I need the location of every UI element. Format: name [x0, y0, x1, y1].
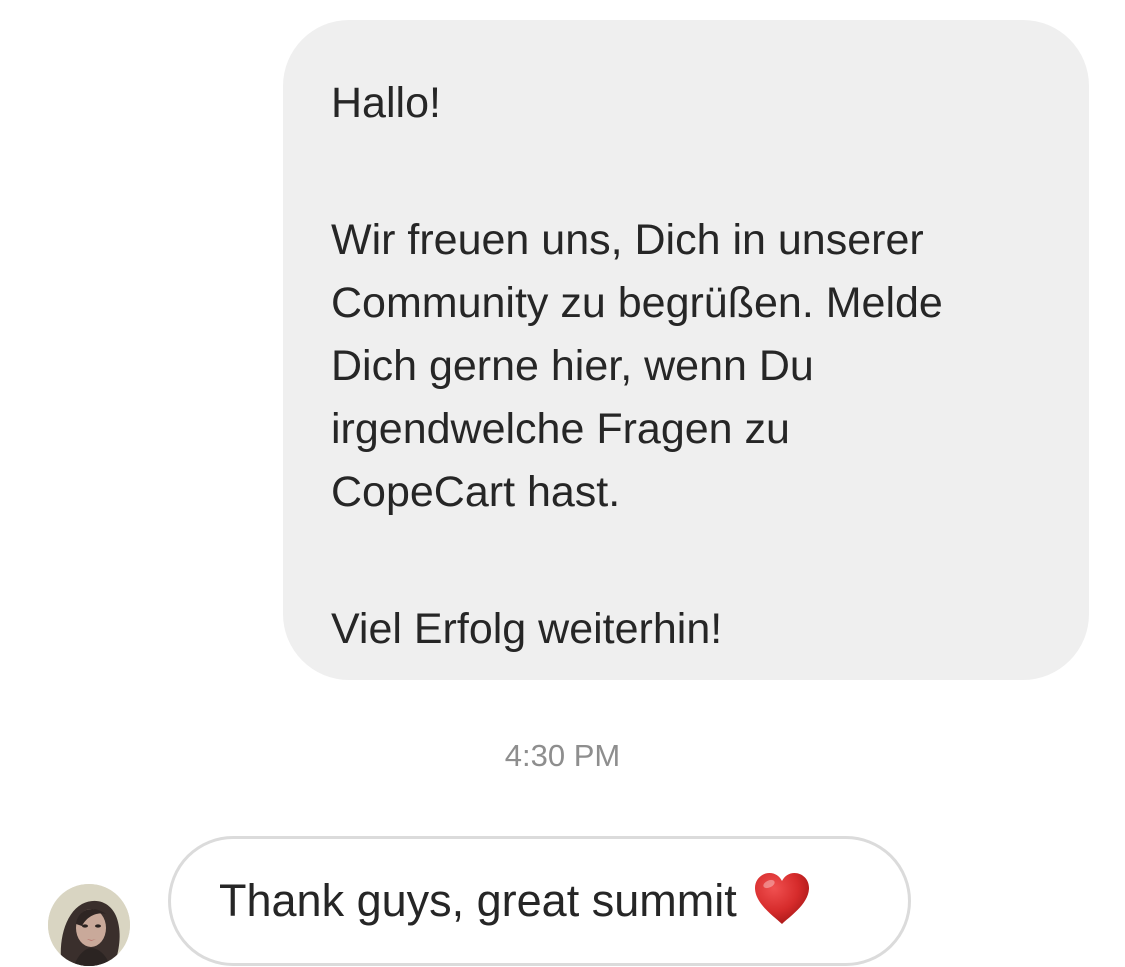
message-timestamp: 4:30 PM [504, 738, 621, 773]
message-line: Community zu begrüßen. Melde [331, 279, 943, 327]
message-line: Dich gerne hier, wenn Du [331, 342, 814, 390]
avatar-photo-icon [48, 884, 130, 966]
received-message-text: Thank guys, great summit [219, 875, 737, 926]
message-line: irgendwelche Fragen zu [331, 405, 790, 453]
message-line: Viel Erfolg weiterhin! [331, 605, 723, 653]
message-paragraph: Viel Erfolg weiterhin! [331, 598, 1049, 661]
avatar[interactable] [48, 884, 130, 966]
red-heart-icon [753, 872, 811, 931]
message-paragraph: Hallo! [331, 72, 1049, 135]
message-line: Hallo! [331, 79, 441, 127]
message-paragraph: Wir freuen uns, Dich in unserer Communit… [331, 209, 1049, 524]
received-message-bubble[interactable]: Thank guys, great summit [168, 836, 911, 966]
sent-message-bubble[interactable]: Hallo! Wir freuen uns, Dich in unserer C… [283, 20, 1089, 680]
message-line: CopeCart hast. [331, 468, 621, 516]
message-line: Wir freuen uns, Dich in unserer [331, 216, 924, 264]
